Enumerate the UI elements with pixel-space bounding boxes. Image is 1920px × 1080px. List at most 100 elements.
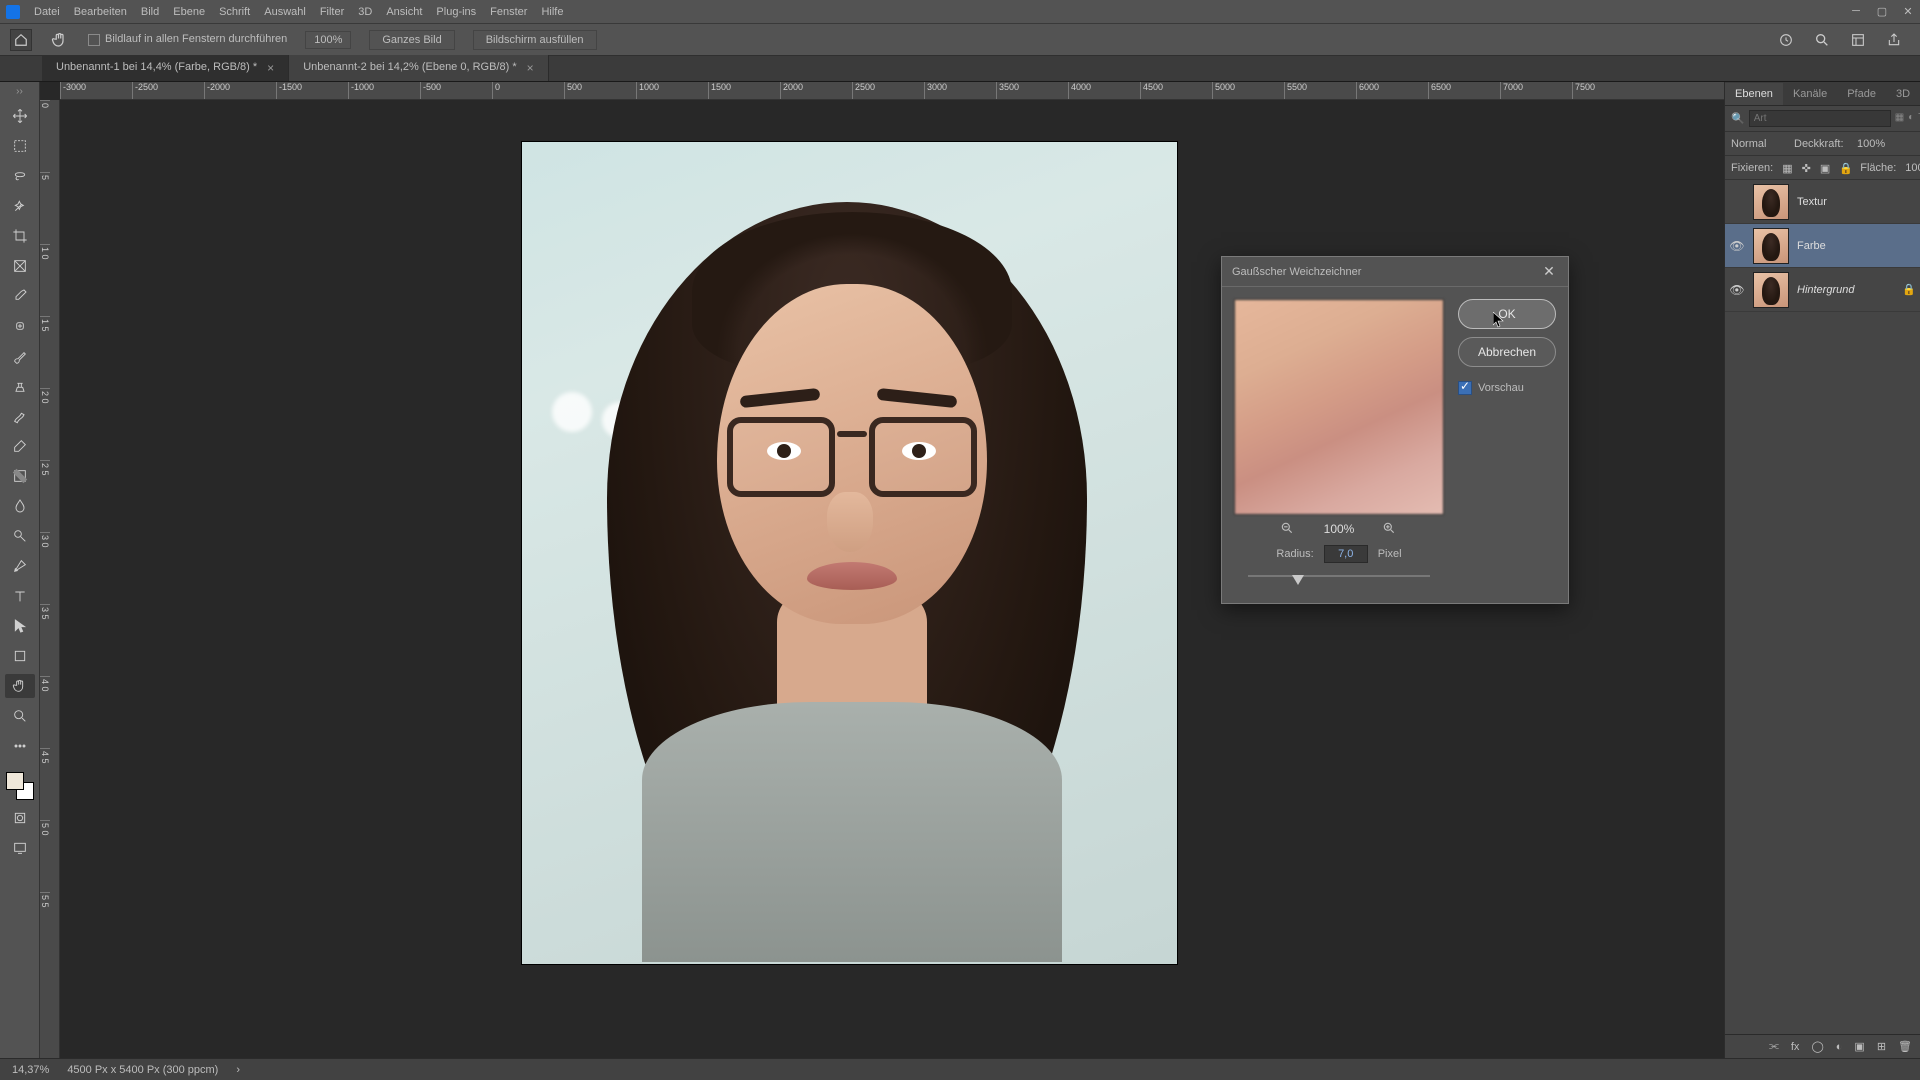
layer-fx-icon[interactable]: fx: [1791, 1041, 1800, 1053]
lock-position-icon[interactable]: ✜: [1802, 162, 1811, 174]
shape-tool[interactable]: [5, 644, 35, 668]
menu-3d[interactable]: 3D: [358, 6, 372, 18]
status-zoom[interactable]: 14,37%: [12, 1064, 49, 1076]
layer-mask-icon[interactable]: ◯: [1811, 1040, 1823, 1053]
menu-fenster[interactable]: Fenster: [490, 6, 527, 18]
layer-row[interactable]: 👁 Farbe: [1725, 224, 1920, 268]
fit-whole-image-button[interactable]: Ganzes Bild: [369, 30, 454, 50]
home-button[interactable]: [10, 29, 32, 51]
layer-name[interactable]: Farbe: [1797, 240, 1826, 252]
menu-bild[interactable]: Bild: [141, 6, 159, 18]
tab-pfade[interactable]: Pfade: [1837, 83, 1886, 105]
quick-mask-icon[interactable]: [5, 806, 35, 830]
menu-schrift[interactable]: Schrift: [219, 6, 250, 18]
layer-thumbnail[interactable]: [1753, 272, 1789, 308]
radius-slider[interactable]: [1234, 575, 1444, 591]
layer-visibility-toggle[interactable]: [1729, 195, 1745, 209]
dialog-titlebar[interactable]: Gaußscher Weichzeichner ✕: [1222, 257, 1568, 287]
layer-name[interactable]: Textur: [1797, 196, 1827, 208]
type-tool[interactable]: [5, 584, 35, 608]
preview-checkbox[interactable]: Vorschau: [1458, 381, 1556, 395]
menu-bearbeiten[interactable]: Bearbeiten: [74, 6, 127, 18]
edit-toolbar-icon[interactable]: [5, 734, 35, 758]
blend-mode-select[interactable]: Normal: [1731, 138, 1788, 150]
screen-mode-icon[interactable]: [5, 836, 35, 860]
adjustment-layer-icon[interactable]: ◐: [1836, 1041, 1843, 1053]
search-icon[interactable]: [1814, 32, 1830, 48]
slider-handle-icon[interactable]: [1292, 575, 1304, 585]
opacity-value[interactable]: 100%: [1857, 138, 1914, 150]
layer-visibility-toggle[interactable]: 👁: [1729, 239, 1745, 253]
path-selection-tool[interactable]: [5, 614, 35, 638]
ok-button[interactable]: OK: [1458, 299, 1556, 329]
tab-kanaele[interactable]: Kanäle: [1783, 83, 1837, 105]
move-tool[interactable]: [5, 104, 35, 128]
healing-brush-tool[interactable]: [5, 314, 35, 338]
status-doc-info[interactable]: 4500 Px x 5400 Px (300 ppcm): [67, 1064, 218, 1076]
checkbox-checked-icon[interactable]: [1458, 381, 1472, 395]
lock-artboard-icon[interactable]: ▣: [1820, 162, 1830, 174]
magic-wand-tool[interactable]: [5, 194, 35, 218]
pen-tool[interactable]: [5, 554, 35, 578]
frame-tool[interactable]: [5, 254, 35, 278]
dialog-close-icon[interactable]: ✕: [1540, 263, 1558, 281]
brush-tool[interactable]: [5, 344, 35, 368]
menu-auswahl[interactable]: Auswahl: [264, 6, 306, 18]
tab-ebenen[interactable]: Ebenen: [1725, 83, 1783, 105]
marquee-tool[interactable]: [5, 134, 35, 158]
layer-group-icon[interactable]: ▣: [1854, 1040, 1864, 1053]
blur-tool[interactable]: [5, 494, 35, 518]
clone-stamp-tool[interactable]: [5, 374, 35, 398]
menu-ebene[interactable]: Ebene: [173, 6, 205, 18]
fill-value[interactable]: 100%: [1905, 162, 1920, 174]
layer-thumbnail[interactable]: [1753, 184, 1789, 220]
history-brush-tool[interactable]: [5, 404, 35, 428]
new-layer-icon[interactable]: ⊞: [1877, 1040, 1886, 1053]
zoom-out-icon[interactable]: [1280, 521, 1296, 537]
crop-tool[interactable]: [5, 224, 35, 248]
layer-filter-input[interactable]: [1749, 110, 1891, 127]
menu-plugins[interactable]: Plug-ins: [436, 6, 476, 18]
layer-row[interactable]: 👁 Hintergrund 🔒: [1725, 268, 1920, 312]
toolbox-collapse-icon[interactable]: ››: [16, 88, 23, 96]
close-tab-icon[interactable]: ×: [267, 61, 274, 75]
window-minimize-icon[interactable]: ─: [1850, 5, 1862, 18]
lasso-tool[interactable]: [5, 164, 35, 188]
menu-hilfe[interactable]: Hilfe: [541, 6, 563, 18]
filter-image-icon[interactable]: ▦: [1895, 112, 1904, 126]
layer-thumbnail[interactable]: [1753, 228, 1789, 264]
share-icon[interactable]: [1886, 32, 1902, 48]
foreground-color-swatch[interactable]: [6, 772, 24, 790]
document-tab[interactable]: Unbenannt-2 bei 14,2% (Ebene 0, RGB/8) *…: [289, 55, 548, 81]
workspace-switcher-icon[interactable]: [1850, 32, 1866, 48]
zoom-tool[interactable]: [5, 704, 35, 728]
radius-input[interactable]: [1324, 545, 1368, 563]
eyedropper-tool[interactable]: [5, 284, 35, 308]
fill-screen-button[interactable]: Bildschirm ausfüllen: [473, 30, 597, 50]
hand-tool[interactable]: [5, 674, 35, 698]
menu-ansicht[interactable]: Ansicht: [386, 6, 422, 18]
cancel-button[interactable]: Abbrechen: [1458, 337, 1556, 367]
gradient-tool[interactable]: [5, 464, 35, 488]
window-close-icon[interactable]: ✕: [1902, 5, 1914, 18]
layer-visibility-toggle[interactable]: 👁: [1729, 283, 1745, 297]
menu-datei[interactable]: Datei: [34, 6, 60, 18]
lock-all-icon[interactable]: 🔒: [1839, 162, 1851, 174]
close-tab-icon[interactable]: ×: [527, 61, 534, 75]
color-swatches[interactable]: [6, 772, 34, 800]
cloud-sync-icon[interactable]: [1778, 32, 1794, 48]
layer-lock-icon[interactable]: 🔒: [1902, 283, 1916, 296]
document-tab[interactable]: Unbenannt-1 bei 14,4% (Farbe, RGB/8) * ×: [42, 55, 289, 81]
scroll-all-windows-option[interactable]: Bildlauf in allen Fenstern durchführen: [88, 33, 287, 45]
window-maximize-icon[interactable]: ▢: [1876, 5, 1888, 18]
eraser-tool[interactable]: [5, 434, 35, 458]
layer-name[interactable]: Hintergrund: [1797, 284, 1854, 296]
link-layers-icon[interactable]: ⫘: [1769, 1040, 1779, 1053]
layer-row[interactable]: Textur: [1725, 180, 1920, 224]
document-canvas[interactable]: [522, 142, 1177, 964]
zoom-in-icon[interactable]: [1382, 521, 1398, 537]
dialog-preview[interactable]: [1234, 299, 1444, 515]
status-chevron-icon[interactable]: ›: [236, 1064, 240, 1076]
zoom-level-button[interactable]: 100%: [305, 31, 351, 49]
lock-pixels-icon[interactable]: ▦: [1782, 162, 1792, 174]
